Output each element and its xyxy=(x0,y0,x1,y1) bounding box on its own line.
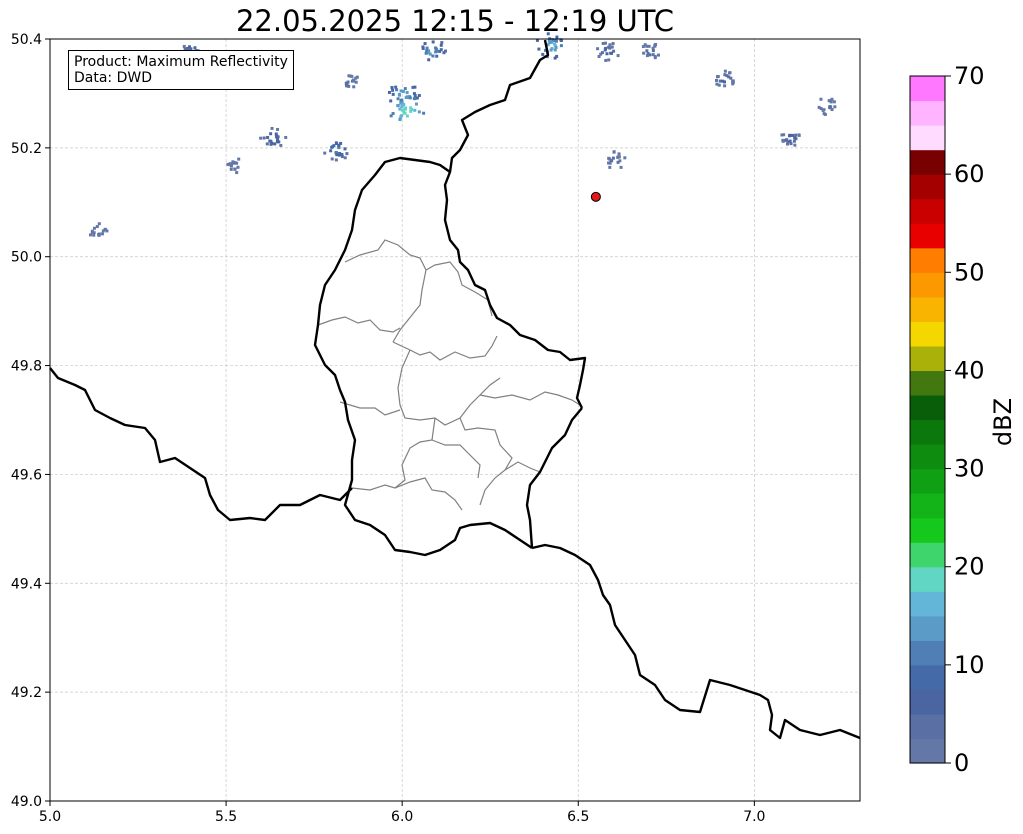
y-tick-label: 50.2 xyxy=(11,141,42,157)
data-source-label: Data: DWD xyxy=(74,70,152,86)
x-tick-label: 6.5 xyxy=(567,809,589,825)
colorbar-tick-label: 50 xyxy=(954,258,985,286)
colorbar-segment xyxy=(910,517,945,543)
y-tick-label: 49.4 xyxy=(11,576,42,592)
colorbar-segment xyxy=(910,542,945,568)
product-label: Product: Maximum Reflectivity xyxy=(74,54,288,70)
colorbar-segment xyxy=(910,247,945,273)
colorbar-segment xyxy=(910,321,945,347)
y-tick-label: 49.2 xyxy=(11,685,42,701)
colorbar-ticks: 0 10 20 30 40 50 60 70 xyxy=(945,62,985,777)
colorbar-segment xyxy=(910,76,945,102)
colorbar-label: dBZ xyxy=(989,398,1017,446)
colorbar: 0 10 20 30 40 50 60 70 dBZ xyxy=(909,62,1017,777)
colorbar-segment xyxy=(910,149,945,175)
colorbar-segment xyxy=(910,125,945,151)
colorbar-segment xyxy=(910,738,945,764)
colorbar-segment xyxy=(910,345,945,372)
colorbar-segment xyxy=(910,272,945,298)
colorbar-segment xyxy=(910,174,945,200)
colorbar-segment xyxy=(910,100,945,126)
colorbar-segment xyxy=(910,296,945,322)
y-tick-label: 49.0 xyxy=(11,794,42,810)
colorbar-tick-label: 70 xyxy=(954,62,985,90)
colorbar-segment xyxy=(910,370,945,396)
colorbar-segment xyxy=(910,419,945,445)
colorbar-tick-label: 20 xyxy=(954,553,985,581)
colorbar-tick-label: 30 xyxy=(954,455,985,483)
colorbar-segment xyxy=(910,664,945,690)
colorbar-segment xyxy=(910,444,945,470)
y-tick-label: 50.0 xyxy=(11,250,42,266)
x-tick-label: 6.0 xyxy=(391,809,413,825)
colorbar-segment xyxy=(910,713,945,740)
colorbar-tick-label: 0 xyxy=(954,749,969,777)
colorbar-segment xyxy=(910,591,945,617)
colorbar-segment xyxy=(910,640,945,666)
product-info-box: Product: Maximum Reflectivity Data: DWD xyxy=(68,50,294,90)
x-tick-label: 5.5 xyxy=(215,809,237,825)
colorbar-tick-label: 40 xyxy=(954,356,985,384)
x-tick-label: 5.0 xyxy=(39,809,61,825)
location-marker xyxy=(590,191,601,202)
y-tick-label: 49.6 xyxy=(11,467,42,483)
colorbar-segment xyxy=(910,493,945,519)
colorbar-segments xyxy=(910,76,945,764)
colorbar-segment xyxy=(910,615,945,641)
colorbar-tick-label: 60 xyxy=(954,160,985,188)
x-tick-label: 7.0 xyxy=(743,809,765,825)
colorbar-segment xyxy=(910,394,945,421)
colorbar-segment xyxy=(910,689,945,715)
colorbar-segment xyxy=(910,468,945,494)
map-plot: 5.0 5.5 6.0 6.5 7.0 49.0 49.2 49.4 49.6 49.8 50.0 5… xyxy=(11,32,861,825)
colorbar-segment xyxy=(910,223,945,249)
y-tick-label: 50.4 xyxy=(11,32,42,48)
colorbar-tick-label: 10 xyxy=(954,651,985,679)
colorbar-segment xyxy=(910,198,945,224)
colorbar-segment xyxy=(910,566,945,592)
y-tick-label: 49.8 xyxy=(11,359,42,375)
